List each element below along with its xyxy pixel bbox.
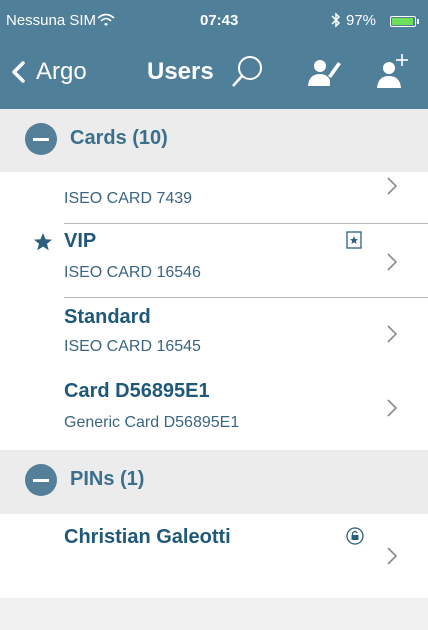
- battery-icon: [390, 16, 416, 27]
- card-name: Standard: [64, 306, 151, 328]
- chevron-right-icon: [387, 399, 398, 417]
- list-item[interactable]: Standard ISEO CARD 16545: [0, 298, 428, 370]
- list-item[interactable]: Christian Galeotti: [0, 514, 428, 598]
- edit-user-icon[interactable]: [304, 52, 344, 92]
- carrier-label: Nessuna SIM: [6, 12, 97, 29]
- wifi-icon: [97, 13, 115, 26]
- back-label: Argo: [36, 58, 87, 85]
- chevron-left-icon: [12, 61, 25, 83]
- top-bar: Nessuna SIM 07:43 97% Argo Users: [0, 0, 428, 109]
- nav-bar: Argo Users: [0, 44, 428, 100]
- chevron-right-icon: [387, 325, 398, 343]
- card-subtitle: Generic Card D56895E1: [64, 414, 240, 431]
- card-name: VIP: [64, 230, 97, 252]
- card-subtitle: ISEO CARD 7439: [64, 190, 193, 207]
- card-subtitle: ISEO CARD 16546: [64, 264, 201, 281]
- list-item[interactable]: Card D56895E1 Generic Card D56895E1: [0, 370, 428, 450]
- back-button[interactable]: Argo: [8, 54, 108, 90]
- bluetooth-icon: [331, 12, 341, 28]
- section-header-pins[interactable]: PINs (1): [0, 450, 428, 514]
- collapse-icon[interactable]: [25, 464, 57, 496]
- card-subtitle: ISEO CARD 16545: [64, 338, 201, 355]
- add-user-icon[interactable]: [372, 52, 412, 92]
- users-list: Cards (10) ISEO CARD 7439 VIP ISEO CARD …: [0, 109, 428, 598]
- battery-percent: 97%: [346, 12, 377, 29]
- list-item[interactable]: VIP ISEO CARD 16546: [0, 224, 428, 298]
- list-item[interactable]: ISEO CARD 7439: [0, 172, 428, 224]
- status-time: 07:43: [200, 12, 239, 29]
- status-bar: Nessuna SIM 07:43 97%: [0, 0, 428, 40]
- search-icon[interactable]: [228, 52, 268, 92]
- section-label: Cards (10): [70, 127, 168, 149]
- section-label: PINs (1): [70, 468, 145, 490]
- card-name: Card D56895E1: [64, 380, 210, 402]
- section-header-cards[interactable]: Cards (10): [0, 109, 428, 172]
- lock-icon: [346, 527, 364, 545]
- chevron-right-icon: [387, 547, 398, 565]
- collapse-icon[interactable]: [25, 123, 57, 155]
- card-star-icon: [346, 231, 362, 249]
- pin-user-name: Christian Galeotti: [64, 526, 231, 548]
- chevron-right-icon: [387, 177, 398, 195]
- chevron-right-icon: [387, 253, 398, 271]
- star-icon: [34, 233, 52, 251]
- page-title: Users: [147, 58, 214, 85]
- battery-tip: [417, 19, 419, 24]
